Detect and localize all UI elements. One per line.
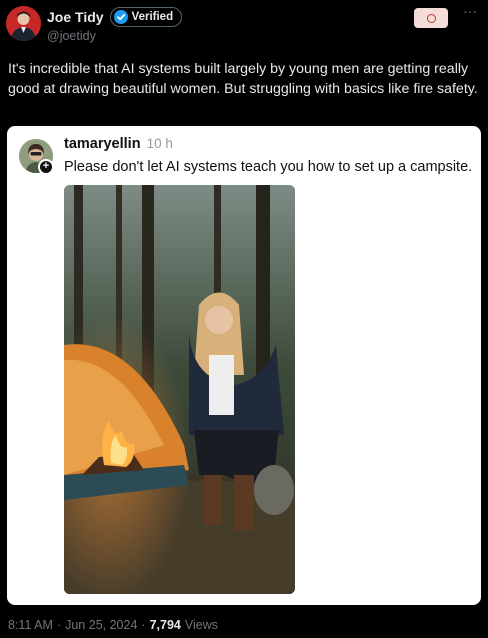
verified-check-icon	[113, 10, 128, 24]
post-date[interactable]: Jun 25, 2024	[65, 618, 137, 632]
verified-label: Verified	[131, 11, 174, 23]
post-time[interactable]: 8:11 AM	[8, 618, 53, 632]
separator: ·	[141, 618, 146, 632]
quoted-timestamp: 10 h	[146, 136, 173, 151]
author-display-name[interactable]: Joe Tidy	[47, 9, 104, 25]
quoted-username[interactable]: tamaryellin	[64, 136, 141, 152]
author-avatar[interactable]	[6, 6, 41, 41]
quoted-text: Please don't let AI systems teach you ho…	[64, 159, 473, 175]
verified-badge[interactable]: Verified	[109, 7, 183, 27]
separator: ·	[56, 618, 62, 632]
views-label: Views	[184, 618, 218, 632]
grok-icon	[426, 13, 436, 23]
more-options-button[interactable]: ···	[463, 3, 477, 19]
author-handle[interactable]: @joetidy	[47, 29, 96, 43]
quoted-image[interactable]	[64, 185, 295, 594]
tweet-meta: 8:11 AM · Jun 25, 2024 · 7,794 Views	[8, 618, 218, 632]
quoted-tweet-card[interactable]: + tamaryellin 10 h Please don't let AI s…	[7, 126, 481, 605]
tweet-text: It's incredible that AI systems built la…	[8, 61, 478, 97]
grok-button[interactable]	[414, 8, 448, 28]
views-count: 7,794	[149, 618, 181, 632]
tweet-header: Joe Tidy Verified @joetidy ···	[0, 0, 488, 52]
follow-plus-icon[interactable]: +	[38, 159, 54, 175]
